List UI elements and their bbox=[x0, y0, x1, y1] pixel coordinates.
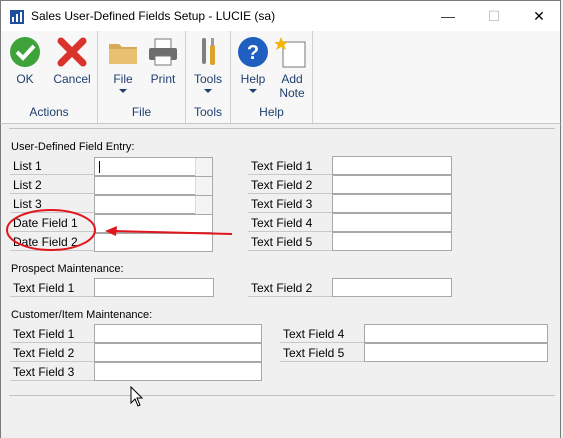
maximize-button[interactable]: ☐ bbox=[471, 1, 517, 31]
date-field-2-input[interactable] bbox=[94, 233, 213, 252]
add-note-icon bbox=[275, 37, 306, 68]
ribbon-group-file: File Print File bbox=[98, 31, 186, 123]
help-menu-button[interactable]: ? Help bbox=[236, 35, 270, 93]
udf-text-field-2-label: Text Field 2 bbox=[248, 176, 332, 194]
ci-text-field-4-input[interactable] bbox=[364, 324, 548, 343]
file-label: File bbox=[113, 72, 133, 86]
cancel-x-icon bbox=[57, 37, 87, 67]
tools-menu-button[interactable]: Tools bbox=[191, 35, 225, 93]
add-note-button[interactable]: Add Note bbox=[274, 35, 310, 100]
prospect-text-field-2-input[interactable] bbox=[332, 278, 452, 297]
prospect-text-field-1-input[interactable] bbox=[94, 278, 214, 297]
date-field-2-label: Date Field 2 bbox=[10, 233, 94, 251]
ribbon-group-actions: OK Cancel Actions bbox=[1, 31, 98, 123]
ribbon-group-label-help: Help bbox=[259, 105, 284, 119]
ci-text-field-3-input[interactable] bbox=[94, 362, 262, 381]
ci-text-field-5-label: Text Field 5 bbox=[280, 344, 364, 362]
ci-text-field-3-label: Text Field 3 bbox=[10, 363, 94, 381]
svg-text:?: ? bbox=[247, 42, 259, 64]
prospect-heading: Prospect Maintenance: bbox=[11, 263, 124, 275]
ribbon-group-tools: Tools Tools bbox=[186, 31, 231, 123]
customer-item-heading: Customer/Item Maintenance: bbox=[11, 309, 153, 321]
ci-text-field-5-input[interactable] bbox=[364, 343, 548, 362]
ci-text-field-1-label: Text Field 1 bbox=[10, 325, 94, 343]
udf-text-field-4-input[interactable] bbox=[332, 213, 452, 232]
chevron-down-icon bbox=[249, 89, 257, 93]
tools-icon bbox=[202, 38, 215, 65]
folder-icon bbox=[109, 44, 137, 64]
udf-entry-heading: User-Defined Field Entry: bbox=[11, 141, 135, 153]
chevron-down-icon bbox=[119, 89, 127, 93]
cancel-button[interactable]: Cancel bbox=[51, 35, 93, 86]
text-cursor bbox=[99, 161, 100, 173]
list-1-label: List 1 bbox=[10, 157, 94, 175]
udf-text-field-4-label: Text Field 4 bbox=[248, 214, 332, 232]
list-2-label: List 2 bbox=[10, 176, 94, 194]
title-bar: Sales User-Defined Fields Setup - LUCIE … bbox=[0, 0, 561, 31]
list-3-label: List 3 bbox=[10, 195, 94, 213]
ribbon-group-help: ? Help Add Note Help bbox=[231, 31, 313, 123]
divider bbox=[9, 395, 555, 396]
prospect-text-field-2-label: Text Field 2 bbox=[248, 279, 332, 297]
help-icon: ? bbox=[238, 37, 268, 67]
ci-text-field-2-input[interactable] bbox=[94, 343, 262, 362]
ribbon-group-label-actions: Actions bbox=[29, 105, 69, 119]
tools-label: Tools bbox=[193, 72, 222, 86]
udf-text-field-1-input[interactable] bbox=[332, 156, 452, 175]
ok-label: OK bbox=[16, 72, 34, 86]
udf-text-field-5-label: Text Field 5 bbox=[248, 233, 332, 251]
printer-icon bbox=[149, 38, 177, 66]
ok-check-icon bbox=[10, 37, 40, 67]
ribbon: OK Cancel Actions File Print File Tools … bbox=[0, 31, 561, 124]
ok-button[interactable]: OK bbox=[7, 35, 43, 86]
list-2-input[interactable] bbox=[94, 176, 213, 195]
date-field-1-input[interactable] bbox=[94, 214, 213, 233]
file-menu-button[interactable]: File bbox=[106, 35, 140, 93]
list-2-lookup-button[interactable] bbox=[195, 177, 212, 195]
list-3-lookup-button[interactable] bbox=[195, 196, 212, 214]
list-3-input[interactable] bbox=[94, 195, 213, 214]
prospect-text-field-1-label: Text Field 1 bbox=[10, 279, 94, 297]
udf-text-field-1-label: Text Field 1 bbox=[248, 157, 332, 175]
minimize-button[interactable]: — bbox=[425, 1, 471, 31]
print-button[interactable]: Print bbox=[145, 35, 181, 86]
form-content: User-Defined Field Entry: List 1 List 2 … bbox=[0, 124, 561, 438]
divider bbox=[9, 128, 555, 129]
window-title: Sales User-Defined Fields Setup - LUCIE … bbox=[31, 9, 276, 23]
help-label: Help bbox=[240, 72, 266, 86]
udf-text-field-5-input[interactable] bbox=[332, 232, 452, 251]
add-note-label-line2: Note bbox=[279, 86, 305, 100]
chevron-down-icon bbox=[204, 89, 212, 93]
date-field-1-label: Date Field 1 bbox=[10, 214, 94, 232]
mouse-cursor-icon bbox=[130, 386, 144, 407]
list-1-lookup-button[interactable] bbox=[195, 158, 212, 176]
close-button[interactable]: ✕ bbox=[516, 1, 562, 31]
ribbon-group-label-tools: Tools bbox=[193, 105, 222, 119]
app-icon bbox=[10, 10, 24, 24]
udf-text-field-3-input[interactable] bbox=[332, 194, 452, 213]
list-1-input[interactable] bbox=[94, 157, 213, 176]
ci-text-field-4-label: Text Field 4 bbox=[280, 325, 364, 343]
ci-text-field-2-label: Text Field 2 bbox=[10, 344, 94, 362]
udf-text-field-2-input[interactable] bbox=[332, 175, 452, 194]
cancel-label: Cancel bbox=[53, 72, 91, 86]
add-note-label-line1: Add bbox=[281, 72, 303, 86]
ci-text-field-1-input[interactable] bbox=[94, 324, 262, 343]
udf-text-field-3-label: Text Field 3 bbox=[248, 195, 332, 213]
print-label: Print bbox=[150, 72, 176, 86]
ribbon-group-label-file: File bbox=[131, 105, 152, 119]
